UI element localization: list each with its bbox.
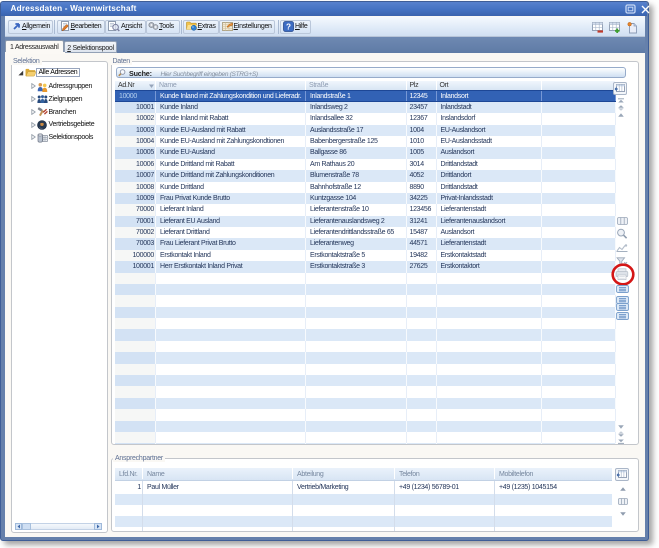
svg-text:?: ? [285, 22, 290, 31]
